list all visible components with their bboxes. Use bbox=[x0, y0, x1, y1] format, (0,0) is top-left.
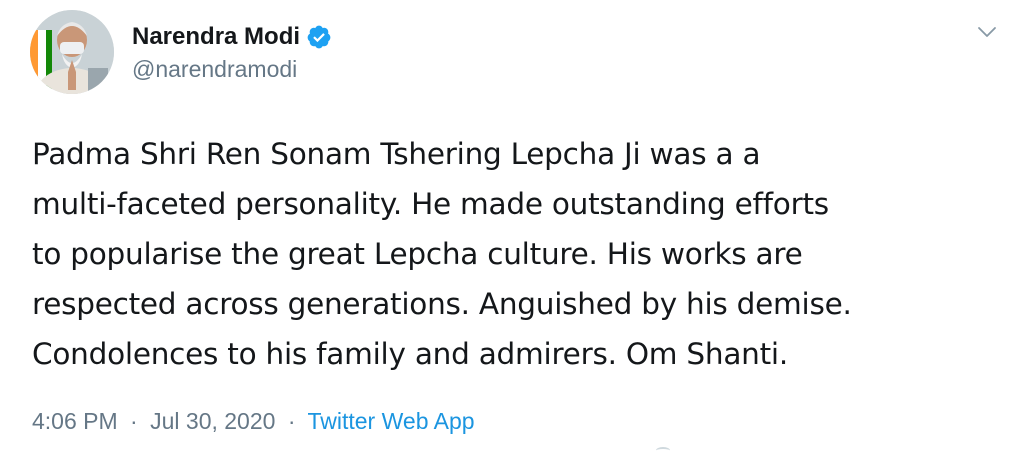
tweet-text-line: Condolences to his family and admirers. … bbox=[32, 337, 788, 371]
tweet-text-line: to popularise the great Lepcha culture. … bbox=[32, 237, 803, 271]
tweet-text-line: multi-faceted personality. He made outst… bbox=[32, 187, 829, 221]
action-icon-partial bbox=[656, 447, 670, 452]
chevron-down-icon[interactable] bbox=[975, 20, 999, 44]
author-name-row[interactable]: Narendra Modi bbox=[132, 22, 332, 52]
tweet-text-line: respected across generations. Anguished … bbox=[32, 287, 852, 321]
author-handle[interactable]: @narendramodi bbox=[132, 56, 297, 83]
separator-dot: · bbox=[130, 408, 138, 434]
tweet-date[interactable]: Jul 30, 2020 bbox=[150, 408, 275, 434]
display-name[interactable]: Narendra Modi bbox=[132, 23, 300, 51]
tweet-source-link[interactable]: Twitter Web App bbox=[307, 408, 474, 434]
tweet-metadata: 4:06 PM · Jul 30, 2020 · Twitter Web App bbox=[32, 408, 475, 435]
tweet-time[interactable]: 4:06 PM bbox=[32, 408, 118, 434]
avatar[interactable] bbox=[30, 10, 114, 94]
separator-dot: · bbox=[287, 408, 296, 434]
verified-badge-icon bbox=[307, 25, 331, 49]
profile-photo bbox=[30, 10, 114, 94]
tweet-text-line: Padma Shri Ren Sonam Tshering Lepcha Ji … bbox=[32, 137, 761, 171]
tweet-card: Narendra Modi @narendramodi Padma Shri R… bbox=[0, 0, 1021, 452]
tweet-text: Padma Shri Ren Sonam Tshering Lepcha Ji … bbox=[32, 129, 1007, 379]
